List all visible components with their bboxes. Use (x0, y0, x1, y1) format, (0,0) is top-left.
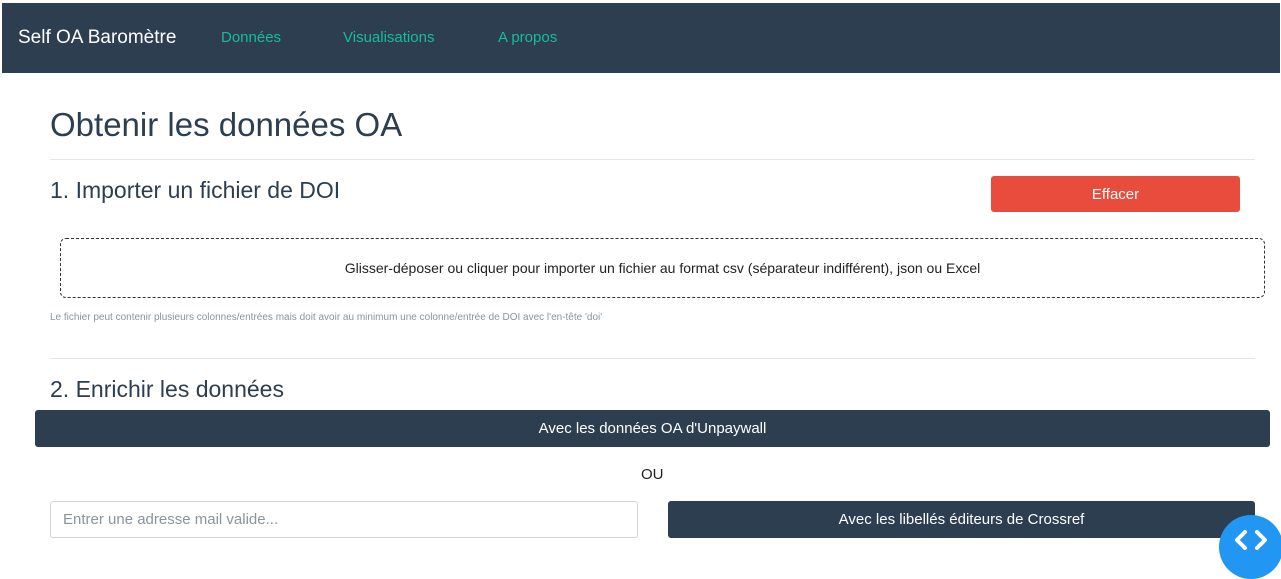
code-icon (1235, 530, 1267, 550)
navbar: Self OA Baromètre Données Visualisations… (2, 3, 1280, 73)
or-separator: OU (641, 466, 664, 483)
clear-button[interactable]: Effacer (991, 176, 1240, 212)
page-title: Obtenir les données OA (50, 106, 403, 143)
file-dropzone[interactable]: Glisser-déposer ou cliquer pour importer… (60, 238, 1265, 298)
email-input[interactable] (50, 501, 638, 538)
nav-link-visualisations[interactable]: Visualisations (343, 29, 434, 47)
divider (50, 358, 1255, 359)
crossref-button[interactable]: Avec les libellés éditeurs de Crossref (668, 501, 1255, 538)
dropzone-text: Glisser-déposer ou cliquer pour importer… (344, 260, 981, 276)
divider (50, 159, 1255, 160)
section-title-import: 1. Importer un fichier de DOI (50, 177, 341, 203)
navbar-brand[interactable]: Self OA Baromètre (18, 27, 176, 49)
nav-link-donnees[interactable]: Données (221, 29, 281, 47)
unpaywall-button[interactable]: Avec les données OA d'Unpaywall (35, 410, 1270, 447)
floating-action-button[interactable] (1219, 515, 1281, 579)
section-title-enrich: 2. Enrichir les données (50, 376, 284, 402)
file-help-text: Le fichier peut contenir plusieurs colon… (50, 312, 603, 323)
nav-link-a-propos[interactable]: A propos (498, 29, 557, 47)
